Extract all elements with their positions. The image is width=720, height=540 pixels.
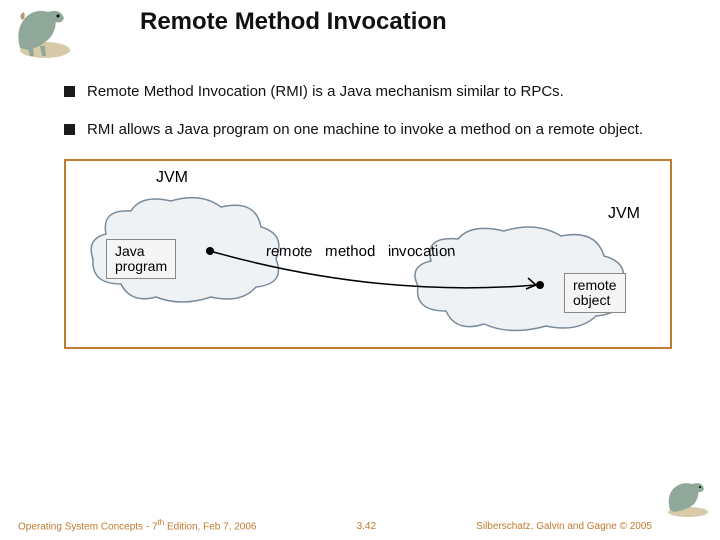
box-text: program	[115, 259, 167, 274]
java-program-box: Java program	[106, 239, 176, 280]
box-text: remote	[573, 278, 617, 293]
bullet-text: RMI allows a Java program on one machine…	[87, 120, 643, 140]
footer-text: Edition, Feb 7, 2006	[164, 521, 256, 532]
footer-right: Silberschatz, Galvin and Gagne © 2005	[476, 521, 652, 532]
footer-left: Operating System Concepts - 7th Edition,…	[18, 518, 256, 532]
slide-footer: Operating System Concepts - 7th Edition,…	[0, 518, 720, 532]
bullet-square-icon	[64, 124, 75, 135]
slide-number: 3.42	[357, 521, 376, 532]
bullet-item: Remote Method Invocation (RMI) is a Java…	[64, 82, 672, 102]
jvm-label-left: JVM	[156, 169, 188, 187]
invocation-arc-label: remote method invocation	[266, 243, 516, 260]
footer-text: Operating System Concepts - 7	[18, 521, 158, 532]
slide-content: Remote Method Invocation (RMI) is a Java…	[0, 60, 720, 141]
dinosaur-logo-icon	[0, 0, 78, 60]
bullet-item: RMI allows a Java program on one machine…	[64, 120, 672, 140]
slide-title: Remote Method Invocation	[140, 8, 447, 36]
dinosaur-footer-icon	[656, 476, 714, 518]
bullet-text: Remote Method Invocation (RMI) is a Java…	[87, 82, 564, 102]
box-text: Java	[115, 244, 167, 259]
remote-object-box: remote object	[564, 273, 626, 314]
slide-header: Remote Method Invocation	[0, 0, 720, 60]
box-text: object	[573, 293, 617, 308]
bullet-square-icon	[64, 86, 75, 97]
rmi-diagram: JVM JVM Java program remote object remot…	[64, 159, 672, 349]
